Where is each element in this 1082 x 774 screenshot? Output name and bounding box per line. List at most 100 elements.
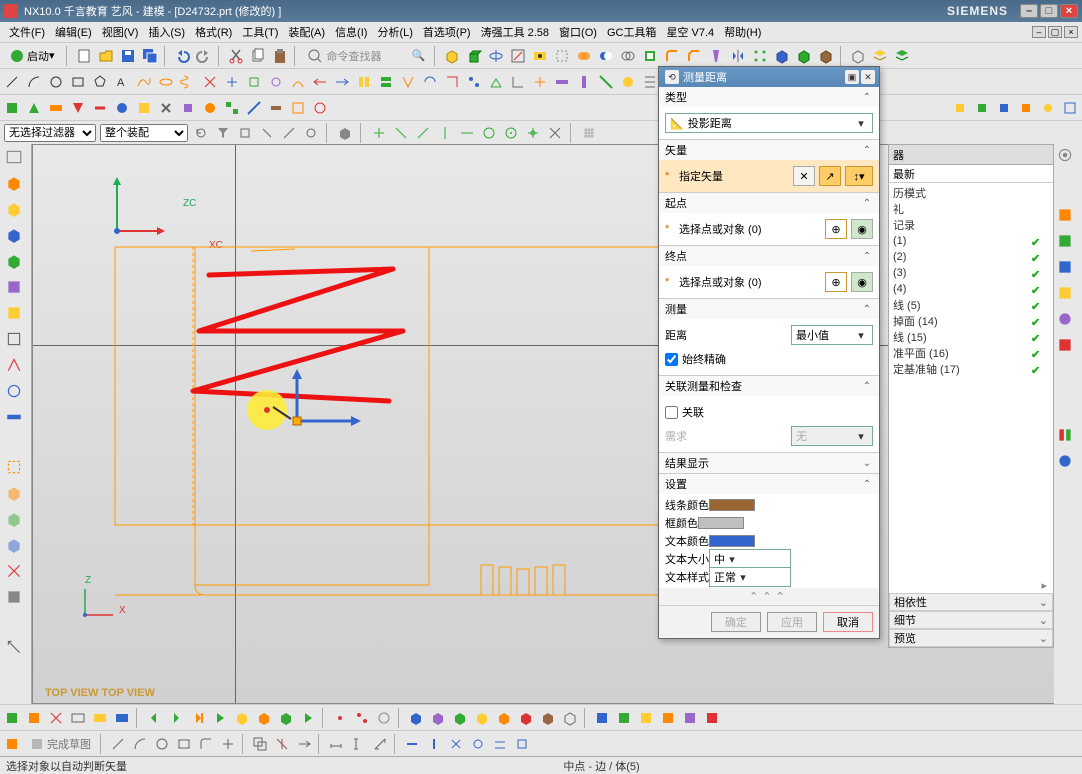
shell-icon[interactable]	[640, 46, 660, 66]
menu-analysis[interactable]: 分析(L)	[372, 24, 417, 40]
menu-xingkong[interactable]: 星空 V7.4	[661, 24, 719, 40]
assoc-checkbox[interactable]	[665, 406, 678, 419]
bt-cube2[interactable]	[254, 708, 274, 728]
copy-icon[interactable]	[248, 46, 268, 66]
vector-dropdown-icon[interactable]: ↕▾	[845, 166, 873, 186]
filter-select-2[interactable]: 整个装配	[100, 124, 188, 142]
sk-point-icon[interactable]	[218, 734, 238, 754]
sk-con3-icon[interactable]	[446, 734, 466, 754]
bt-next-icon[interactable]	[166, 708, 186, 728]
bt-misc5[interactable]	[680, 708, 700, 728]
bt-sol2[interactable]	[428, 708, 448, 728]
redo-icon[interactable]	[194, 46, 214, 66]
text-size-combo[interactable]: 中▾	[709, 549, 791, 569]
menu-info[interactable]: 信息(I)	[330, 24, 372, 40]
vector-clear-icon[interactable]: ✕	[793, 166, 815, 186]
sketch-finish-icon[interactable]: 完成草图	[24, 734, 96, 754]
curve-op18-icon[interactable]	[574, 72, 594, 92]
rd-4[interactable]	[1056, 284, 1078, 306]
curve-op20-icon[interactable]	[618, 72, 638, 92]
menu-tools[interactable]: 工具(T)	[237, 24, 283, 40]
paste-icon[interactable]	[270, 46, 290, 66]
subtract-icon[interactable]	[596, 46, 616, 66]
bt-sol3[interactable]	[450, 708, 470, 728]
nav-detail[interactable]: 细节⌄	[889, 611, 1053, 629]
sketch-icon[interactable]	[508, 46, 528, 66]
sk-dim2-icon[interactable]	[348, 734, 368, 754]
dialog-rollup-icon[interactable]: ▣	[845, 70, 859, 84]
extrude-icon[interactable]	[464, 46, 484, 66]
layer2-icon[interactable]	[892, 46, 912, 66]
sketch-mode-icon[interactable]	[2, 734, 22, 754]
bt-misc3[interactable]	[636, 708, 656, 728]
end-obj-icon[interactable]: ◉	[851, 272, 873, 292]
curve-op11-icon[interactable]	[420, 72, 440, 92]
tb3-12-icon[interactable]	[244, 98, 264, 118]
bt-5[interactable]	[90, 708, 110, 728]
bt-6[interactable]	[112, 708, 132, 728]
menu-assembly[interactable]: 装配(A)	[283, 24, 330, 40]
tb3-r6-icon[interactable]	[1060, 98, 1080, 118]
pattern-icon[interactable]	[750, 46, 770, 66]
curve-op9-icon[interactable]	[376, 72, 396, 92]
ld-4[interactable]	[2, 224, 26, 246]
sk-con6-icon[interactable]	[512, 734, 532, 754]
sk-arc-icon[interactable]	[130, 734, 150, 754]
spline-icon[interactable]	[134, 72, 154, 92]
sk-rect-icon[interactable]	[174, 734, 194, 754]
cmd-finder-icon[interactable]: 命令查找器🔍	[302, 46, 431, 66]
sk-con2-icon[interactable]	[424, 734, 444, 754]
sk-con1-icon[interactable]	[402, 734, 422, 754]
bt-4[interactable]	[68, 708, 88, 728]
bt-pt3[interactable]	[374, 708, 394, 728]
rd-2[interactable]	[1056, 232, 1078, 254]
ld-5[interactable]	[2, 250, 26, 272]
bt-cube3[interactable]	[276, 708, 296, 728]
curve-op15-icon[interactable]	[508, 72, 528, 92]
mirror-icon[interactable]	[728, 46, 748, 66]
tb3-10-icon[interactable]	[200, 98, 220, 118]
fb-sel1-icon[interactable]	[370, 124, 388, 142]
bt-2[interactable]	[24, 708, 44, 728]
sk-dim1-icon[interactable]	[326, 734, 346, 754]
sk-line-icon[interactable]	[108, 734, 128, 754]
start-button[interactable]: 启动 ▾	[2, 46, 62, 66]
tb3-3-icon[interactable]	[46, 98, 66, 118]
menu-help[interactable]: 帮助(H)	[719, 24, 766, 40]
curve-op12-icon[interactable]	[442, 72, 462, 92]
bt-misc4[interactable]	[658, 708, 678, 728]
fb-filter-icon[interactable]	[214, 124, 232, 142]
bt-misc1[interactable]	[592, 708, 612, 728]
mdi-restore[interactable]: ▢	[1048, 26, 1062, 38]
cancel-button[interactable]: 取消	[823, 612, 873, 632]
sk-offset-icon[interactable]	[250, 734, 270, 754]
curve-op6-icon[interactable]	[310, 72, 330, 92]
bt-sol7[interactable]	[538, 708, 558, 728]
tb3-6-icon[interactable]	[112, 98, 132, 118]
fb-refresh-icon[interactable]	[192, 124, 210, 142]
fb-sel5-icon[interactable]	[458, 124, 476, 142]
menu-window[interactable]: 窗口(O)	[554, 24, 602, 40]
curve-op3-icon[interactable]	[244, 72, 264, 92]
fb-3-icon[interactable]	[280, 124, 298, 142]
saveall-icon[interactable]	[140, 46, 160, 66]
bt-sol1[interactable]	[406, 708, 426, 728]
dist-combo[interactable]: 最小值▾	[791, 325, 873, 345]
sk-dim3-icon[interactable]	[370, 734, 390, 754]
precise-checkbox[interactable]	[665, 353, 678, 366]
curve-op10-icon[interactable]	[398, 72, 418, 92]
curve-op16-icon[interactable]	[530, 72, 550, 92]
text-color-swatch[interactable]	[709, 535, 755, 547]
helix-icon[interactable]	[178, 72, 198, 92]
tb3-2-icon[interactable]	[24, 98, 44, 118]
block-icon[interactable]	[442, 46, 462, 66]
text-style-combo[interactable]: 正常▾	[709, 567, 791, 587]
fb-sel3-icon[interactable]	[414, 124, 432, 142]
bt-step-icon[interactable]	[188, 708, 208, 728]
box-color-swatch[interactable]	[698, 517, 744, 529]
revolve-icon[interactable]	[486, 46, 506, 66]
bt-pt2[interactable]	[352, 708, 372, 728]
mdi-close[interactable]: ×	[1064, 26, 1078, 38]
polygon-icon[interactable]	[90, 72, 110, 92]
tb3-r4-icon[interactable]	[1016, 98, 1036, 118]
